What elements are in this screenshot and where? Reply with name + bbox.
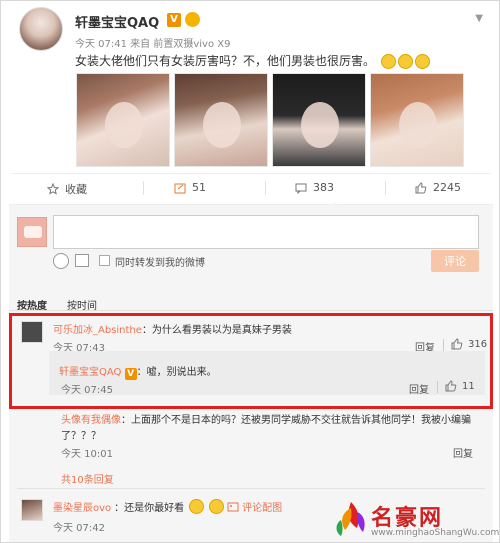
repost-icon — [174, 183, 186, 193]
expand-replies-link[interactable]: 共10条回复 — [61, 471, 114, 486]
comment-button[interactable]: 383 — [295, 181, 334, 194]
comment-like-count: 316 — [468, 338, 488, 350]
comment-image-link[interactable]: 评论配图 — [242, 499, 282, 514]
my-avatar[interactable] — [17, 217, 47, 247]
post-header: 轩墨宝宝QAQ V ▼ 今天 07:41 来自 前置双摄vivo X9 — [19, 7, 489, 57]
repost-checkbox[interactable] — [99, 255, 110, 266]
repost-button[interactable]: 51 — [174, 181, 206, 194]
weibo-post-page: 轩墨宝宝QAQ V ▼ 今天 07:41 来自 前置双摄vivo X9 女装大佬… — [0, 0, 500, 543]
reply-text: ：上面那个不是日本的吗？还被男同学威胁不交往就告诉其他同学！我被小编骗 — [121, 415, 471, 426]
commenter-name[interactable]: 墨染星辰ovo — [53, 499, 111, 514]
reply-text-continued: 了？？？ — [61, 431, 101, 442]
comment-count: 383 — [313, 181, 334, 194]
emoji-picker-icon[interactable] — [53, 253, 69, 269]
reply-button[interactable]: 回复 — [409, 381, 429, 396]
member-badge-icon — [185, 12, 200, 27]
chevron-down-icon[interactable]: ▼ — [475, 13, 483, 24]
reply-like-button[interactable]: 11 — [445, 380, 475, 392]
reply-time: 今天 07:45 — [61, 385, 113, 396]
replier-name[interactable]: 头像有我偶像 — [61, 415, 121, 426]
emoji-icon — [380, 54, 396, 69]
photo-3[interactable] — [272, 73, 366, 167]
verified-badge: V — [167, 13, 181, 27]
like-count: 2245 — [433, 181, 461, 194]
comment-icon — [295, 183, 307, 194]
comment-time: 今天 07:42 — [53, 523, 105, 534]
submit-comment-button[interactable]: 评论 — [431, 250, 479, 272]
comment-body: 可乐加冰_Absinthe：为什么看男装以为是真妹子男装 — [53, 321, 292, 336]
image-upload-icon[interactable] — [75, 254, 89, 267]
reply-like-count: 11 — [462, 380, 475, 392]
commenter-avatar[interactable] — [21, 499, 43, 521]
post-action-bar: 收藏 51 383 2245 — [11, 173, 491, 208]
photo-1[interactable] — [76, 73, 170, 167]
author-name[interactable]: 轩墨宝宝QAQ — [75, 12, 159, 31]
post-text-content: 女装大佬他们只有女装厉害吗？不，他们男装也很厉害。 — [75, 54, 376, 68]
comment-body: 墨染星辰ovo ：还是你最好看 评论配图 — [53, 499, 282, 514]
repost-checkbox-label: 同时转发到我的微博 — [115, 258, 205, 269]
reply-time: 今天 10:01 — [61, 449, 113, 460]
emoji-icon — [397, 54, 413, 69]
comment-input[interactable] — [53, 215, 479, 249]
image-icon — [227, 502, 239, 511]
comment-text: ：为什么看男装以为是真妹子男装 — [141, 325, 292, 336]
thumbs-up-icon — [415, 181, 427, 193]
photo-4[interactable] — [370, 73, 464, 167]
replier-name[interactable]: 轩墨宝宝QAQ — [59, 367, 121, 378]
comment-panel: 同时转发到我的微博 评论 按热度 按时间 可乐加冰_Absinthe：为什么看男… — [9, 204, 493, 542]
watermark-url: www.minghaoShangWu.com — [371, 528, 500, 538]
emoji-icon — [209, 499, 225, 514]
reply-body: 头像有我偶像：上面那个不是日本的吗？还被男同学威胁不交往就告诉其他同学！我被小编… — [61, 413, 481, 445]
favorite-button[interactable]: 收藏 — [47, 181, 87, 197]
commenter-name[interactable]: 可乐加冰_Absinthe — [53, 325, 142, 336]
emoji-icon — [189, 499, 205, 514]
comment-text: ：还是你最好看 — [114, 503, 185, 514]
commenter-avatar[interactable] — [21, 321, 43, 343]
emoji-icon — [414, 54, 430, 69]
post-photos — [76, 73, 486, 167]
author-avatar[interactable] — [19, 7, 63, 51]
thumbs-up-icon — [451, 338, 463, 350]
watermark-logo-icon — [336, 502, 365, 536]
photo-2[interactable] — [174, 73, 268, 167]
reply-body: 轩墨宝宝QAQ V ：嘘，别说出来。 — [59, 363, 217, 380]
like-button[interactable]: 2245 — [415, 181, 461, 194]
post-meta: 今天 07:41 来自 前置双摄vivo X9 — [75, 39, 231, 50]
repost-count: 51 — [192, 181, 206, 194]
verified-badge: V — [124, 368, 137, 380]
reply-text: ：嘘，别说出来。 — [136, 367, 217, 378]
star-icon — [47, 183, 59, 195]
comment-like-button[interactable]: 316 — [451, 338, 487, 350]
post-text: 女装大佬他们只有女装厉害吗？不，他们男装也很厉害。 — [75, 52, 430, 69]
reply-button[interactable]: 回复 — [453, 445, 473, 460]
favorite-label: 收藏 — [65, 183, 87, 196]
site-watermark: 名豪网 www.minghaoShangWu.com — [331, 498, 499, 543]
thumbs-up-icon — [445, 380, 457, 392]
